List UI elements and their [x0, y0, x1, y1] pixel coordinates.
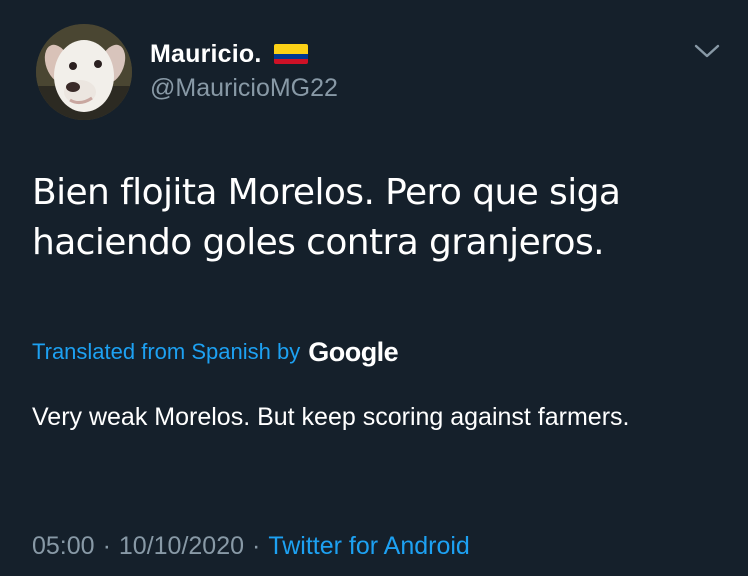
google-logo: Google — [308, 336, 399, 367]
separator: · — [102, 531, 111, 560]
dog-avatar-image — [36, 24, 132, 120]
chevron-down-icon — [694, 44, 720, 58]
separator: · — [252, 531, 261, 560]
display-name[interactable]: Mauricio. — [150, 40, 262, 69]
tweet-menu-button[interactable] — [694, 40, 720, 62]
tweet-metadata: 05:00 · 10/10/2020 · Twitter for Android — [32, 528, 470, 564]
avatar[interactable] — [36, 24, 132, 120]
display-name-row: Mauricio. — [150, 36, 308, 72]
colombia-flag-icon — [273, 44, 308, 64]
translated-from-label[interactable]: Translated from Spanish by — [32, 339, 300, 365]
tweet-time[interactable]: 05:00 — [32, 532, 95, 561]
tweet-card: Mauricio. @MauricioMG22 Bien flojita Mor… — [0, 0, 748, 576]
tweet-date[interactable]: 10/10/2020 — [119, 532, 244, 561]
tweet-text: Bien flojita Morelos. Pero que siga haci… — [32, 172, 621, 263]
translation-attribution: Translated from Spanish by Google — [32, 336, 399, 368]
translated-text: Very weak Morelos. But keep scoring agai… — [32, 403, 630, 431]
user-handle[interactable]: @MauricioMG22 — [150, 74, 338, 103]
tweet-source-link[interactable]: Twitter for Android — [268, 532, 469, 561]
